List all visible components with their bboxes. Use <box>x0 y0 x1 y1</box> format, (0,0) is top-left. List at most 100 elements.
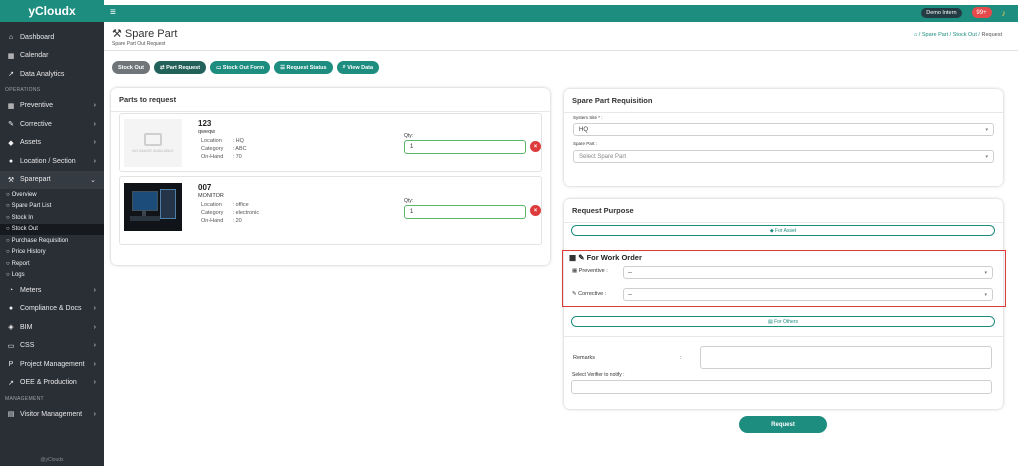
sidebar-footer: @yCloudx <box>40 457 64 463</box>
header-divider <box>104 50 1018 51</box>
sidebar-item-label: Compliance & Docs <box>20 305 82 313</box>
sidebar-item-assets[interactable]: ◆ Assets › <box>0 134 104 153</box>
sidebar-item-location[interactable]: ● Location / Section › <box>0 152 104 171</box>
sidebar-item-oee-production[interactable]: ↗ OEE & Production › <box>0 374 104 393</box>
sidebar-subitem-report[interactable]: ○ Report <box>0 258 104 270</box>
sidebar-item-label: OEE & Production <box>20 379 77 387</box>
remove-part-button[interactable]: × <box>530 141 541 152</box>
sep: : <box>232 202 235 208</box>
sidebar-item-data-analytics[interactable]: ↗ Data Analytics <box>0 65 104 84</box>
sidebar-item-css[interactable]: ▭ CSS › <box>0 337 104 356</box>
for-asset-button[interactable]: ◆ For Asset <box>571 225 995 236</box>
tab-part-request[interactable]: ⇄ Part Request <box>153 61 207 74</box>
sidebar-subitem-label: Report <box>11 260 30 267</box>
sidebar-subitem-overview[interactable]: ○ Overview <box>0 189 104 201</box>
label-location: Location <box>201 202 222 208</box>
chart-line-icon: ↗ <box>8 379 14 387</box>
monitor-screen <box>132 191 158 211</box>
sep: : <box>232 210 235 216</box>
chart-line-icon: ↗ <box>8 71 14 79</box>
sidebar-item-bim[interactable]: ◈ BIM › <box>0 318 104 337</box>
preventive-select[interactable]: -- ▾ <box>623 266 993 279</box>
tab-stock-out-form[interactable]: ▭ Stock Out Form <box>210 61 271 74</box>
sep: : <box>232 146 235 152</box>
remove-part-button[interactable]: × <box>530 205 541 216</box>
notification-badge[interactable]: 99+ <box>971 7 992 18</box>
sidebar-item-sparepart[interactable]: ⚒ Sparepart ⌄ <box>0 170 104 189</box>
tab-request-status[interactable]: ☰ Request Status <box>274 61 333 74</box>
sep: : <box>232 218 235 224</box>
sidebar-subitem-purchase-requisition[interactable]: ○ Purchase Requisition <box>0 235 104 247</box>
chevron-right-icon: › <box>93 157 96 165</box>
label-on-hand: On-Hand <box>201 154 224 160</box>
circle-outline-icon: ○ <box>6 226 10 233</box>
part-code: 123 <box>198 119 212 128</box>
brand-logo[interactable]: yCloudx <box>0 0 104 22</box>
sidebar-item-corrective[interactable]: ✎ Corrective › <box>0 115 104 134</box>
page-title: ⚒ Spare Part <box>112 27 177 41</box>
hamburger-menu-icon[interactable]: ≡ <box>110 7 116 18</box>
remarks-textarea[interactable] <box>700 346 992 369</box>
sidebar-item-project-management[interactable]: P Project Management › <box>0 355 104 374</box>
chevron-right-icon: › <box>93 379 96 387</box>
verifier-select[interactable] <box>571 380 992 394</box>
chevron-right-icon: › <box>93 139 96 147</box>
tab-label: Stock Out <box>118 64 144 71</box>
for-others-button[interactable]: ▤ For Others <box>571 316 995 327</box>
app-root: yCloudx ⌂ Dashboard ▦ Calendar ↗ Data An… <box>0 0 1024 470</box>
sidebar-item-label: BIM <box>20 323 33 331</box>
sidebar-item-meters[interactable]: ◔ Meters › <box>0 281 104 300</box>
corrective-label: Corrective : <box>578 291 607 297</box>
tab-view-data[interactable]: ⌕ View Data <box>336 61 380 74</box>
sidebar-item-calendar[interactable]: ▦ Calendar <box>0 47 104 66</box>
sidebar-item-label: Visitor Management <box>20 410 83 418</box>
sep: : <box>232 138 235 144</box>
chevron-down-icon: ▾ <box>984 291 987 298</box>
sidebar-subitem-stock-out[interactable]: ○ Stock Out <box>0 223 104 235</box>
sidebar-item-label: Preventive <box>20 102 54 110</box>
home-icon: ⌂ <box>8 33 14 41</box>
part-location: office <box>235 202 249 208</box>
calendar-icon: ▦ <box>7 102 15 110</box>
qty-input[interactable]: 1 <box>404 205 526 219</box>
wrench-icon: ✎ <box>578 253 585 262</box>
sidebar-subitem-label: Logs <box>11 272 25 279</box>
tab-label: Stock Out Form <box>222 64 265 71</box>
tab-stock-out[interactable]: Stock Out <box>112 61 150 74</box>
sidebar-subitem-stock-in[interactable]: ○ Stock In <box>0 212 104 224</box>
flag-icon: P <box>8 360 14 368</box>
sidebar-item-dashboard[interactable]: ⌂ Dashboard <box>0 28 104 47</box>
breadcrumb-item[interactable]: Stock Out <box>953 32 977 38</box>
corrective-select[interactable]: -- ▾ <box>623 288 993 301</box>
sidebar-subitem-spare-part-list[interactable]: ○ Spare Part List <box>0 201 104 213</box>
tab-bar: Stock Out ⇄ Part Request ▭ Stock Out For… <box>112 61 380 74</box>
request-submit-button[interactable]: Request <box>739 416 827 433</box>
part-image-monitor <box>124 183 182 231</box>
home-icon[interactable]: ⌂ <box>914 32 917 38</box>
sidebar-subitem-price-history[interactable]: ○ Price History <box>0 247 104 259</box>
requisition-card: Spare Part Requisition System Site * : H… <box>564 89 1003 186</box>
chevron-down-icon: ▾ <box>985 153 988 160</box>
bell-icon[interactable]: ♪ <box>1002 8 1007 18</box>
cube-icon: ◈ <box>8 324 14 332</box>
sidebar-subitem-logs[interactable]: ○ Logs <box>0 270 104 282</box>
image-icon <box>144 133 162 146</box>
part-name: qweqw <box>198 129 216 135</box>
circle-outline-icon: ○ <box>6 203 10 210</box>
purpose-card-title: Request Purpose <box>564 199 1003 223</box>
qty-input[interactable]: 1 <box>404 140 526 154</box>
chevron-right-icon: › <box>93 102 96 110</box>
sidebar-item-preventive[interactable]: ▦ Preventive › <box>0 97 104 116</box>
breadcrumb-item[interactable]: Spare Part <box>922 32 948 38</box>
chevron-right-icon: › <box>93 305 96 313</box>
sidebar-item-compliance[interactable]: ● Compliance & Docs › <box>0 300 104 319</box>
circle-icon: ● <box>8 305 14 313</box>
no-image-placeholder: NO IMAGE AVAILABLE <box>124 119 182 167</box>
sidebar-subitem-label: Overview <box>11 191 37 198</box>
sidebar-item-visitor-management[interactable]: ▤ Visitor Management › <box>0 405 104 424</box>
chevron-right-icon: › <box>93 120 96 128</box>
user-menu[interactable]: Demo Intern <box>921 7 962 18</box>
system-site-select[interactable]: HQ ▾ <box>573 123 994 136</box>
spare-part-select[interactable]: Select Spare Part ▾ <box>573 150 994 163</box>
work-order-title: ▦ ✎ For Work Order <box>569 253 642 262</box>
